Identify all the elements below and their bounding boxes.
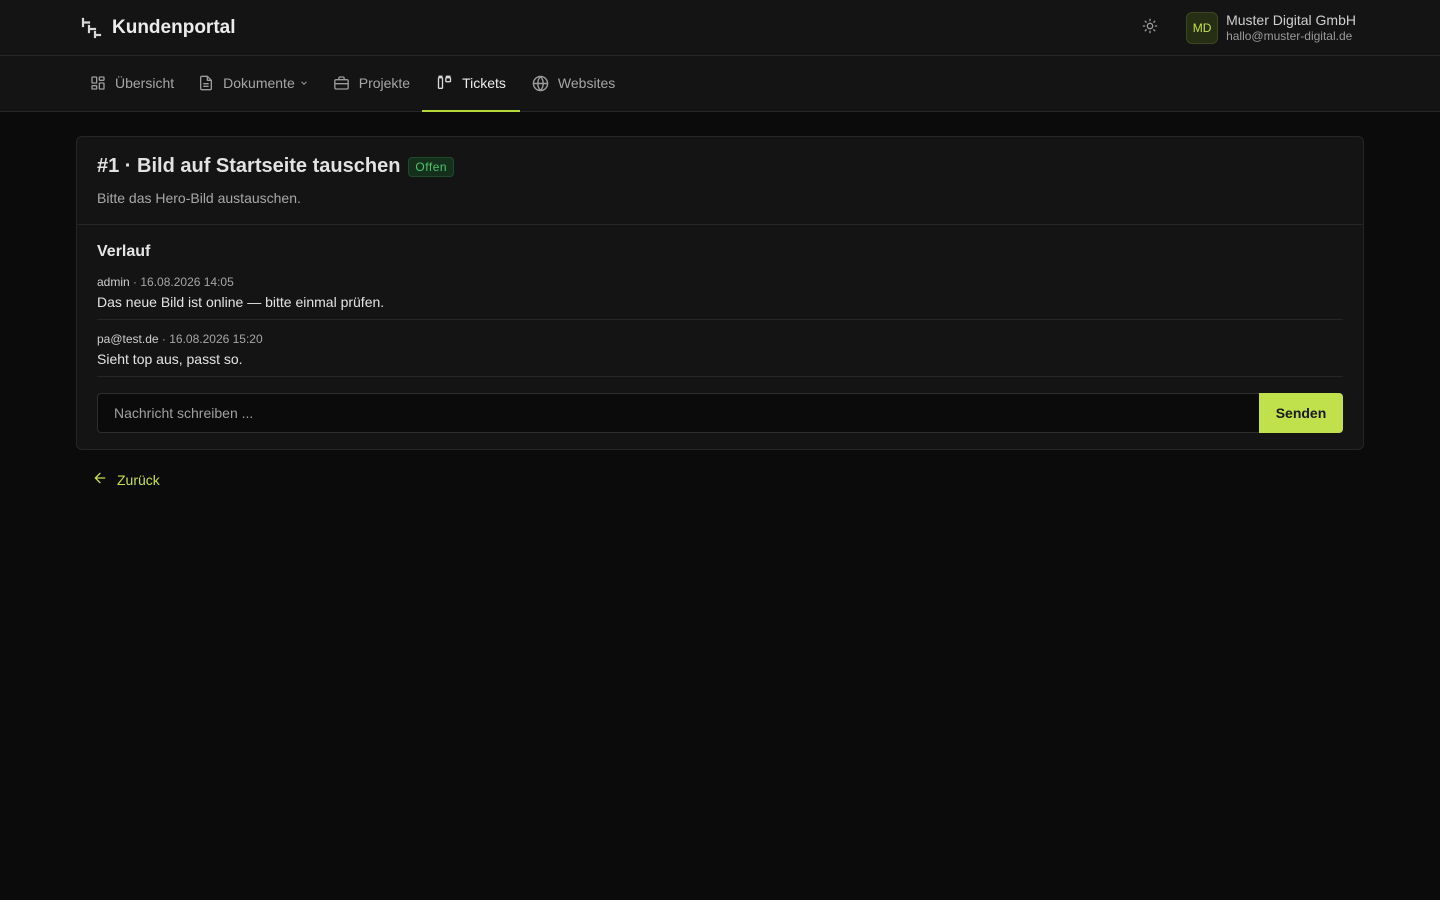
send-button[interactable]: Senden xyxy=(1259,393,1343,433)
portal-logo-icon xyxy=(80,17,102,39)
top-bar: Kundenportal MD Muster Digital GmbH hall… xyxy=(0,0,1440,56)
nav-label: Projekte xyxy=(358,75,411,91)
nav-label: Dokumente xyxy=(223,75,295,91)
history-message: pa@test.de · 16.08.2026 15:20 Sieht top … xyxy=(97,320,1343,377)
nav-label: Übersicht xyxy=(115,75,175,91)
document-icon xyxy=(198,75,214,91)
nav-label: Websites xyxy=(557,75,616,91)
nav-item-projekte[interactable]: Projekte xyxy=(321,56,422,112)
user-company: Muster Digital GmbH xyxy=(1226,11,1356,28)
message-author: admin xyxy=(97,275,130,289)
dashboard-icon xyxy=(90,75,106,91)
ticket-icon xyxy=(436,75,453,91)
history-message: admin · 16.08.2026 14:05 Das neue Bild i… xyxy=(97,275,1343,320)
message-meta: admin · 16.08.2026 14:05 xyxy=(97,275,1343,289)
chevron-down-icon xyxy=(299,78,309,88)
ticket-card: #1 · Bild auf Startseite tauschen Offen … xyxy=(76,136,1364,450)
globe-icon xyxy=(532,75,549,92)
main-content: #1 · Bild auf Startseite tauschen Offen … xyxy=(0,112,1440,489)
briefcase-icon xyxy=(333,75,350,91)
back-label: Zurück xyxy=(117,471,160,488)
ticket-header: #1 · Bild auf Startseite tauschen Offen … xyxy=(77,137,1363,225)
back-link[interactable]: Zurück xyxy=(92,470,160,489)
message-input[interactable] xyxy=(97,393,1259,433)
ticket-title: #1 · Bild auf Startseite tauschen xyxy=(97,155,401,177)
brand[interactable]: Kundenportal xyxy=(80,17,236,39)
main-nav: Übersicht Dokumente Projekte Tickets Web… xyxy=(0,56,1440,112)
message-meta: pa@test.de · 16.08.2026 15:20 xyxy=(97,332,1343,346)
ticket-history: Verlauf admin · 16.08.2026 14:05 Das neu… xyxy=(77,225,1363,449)
nav-item-tickets[interactable]: Tickets xyxy=(422,56,520,112)
user-area: MD Muster Digital GmbH hallo@muster-digi… xyxy=(1136,11,1356,44)
message-text: Sieht top aus, passt so. xyxy=(97,351,243,367)
message-author: pa@test.de xyxy=(97,332,159,346)
nav-item-websites[interactable]: Websites xyxy=(520,56,627,112)
user-email: hallo@muster-digital.de xyxy=(1226,28,1353,43)
nav-item-uebersicht[interactable]: Übersicht xyxy=(78,56,186,112)
theme-toggle-button[interactable] xyxy=(1136,14,1164,42)
arrow-left-icon xyxy=(92,470,108,489)
history-title: Verlauf xyxy=(97,243,151,260)
message-timestamp: · 16.08.2026 14:05 xyxy=(133,275,234,289)
user-info[interactable]: Muster Digital GmbH hallo@muster-digital… xyxy=(1226,12,1356,43)
message-text: Das neue Bild ist online — bitte einmal … xyxy=(97,294,385,310)
sun-icon xyxy=(1142,18,1158,37)
avatar[interactable]: MD xyxy=(1186,11,1219,44)
message-composer: Senden xyxy=(97,393,1343,433)
nav-item-dokumente[interactable]: Dokumente xyxy=(186,56,321,112)
ticket-title-row: #1 · Bild auf Startseite tauschen Offen xyxy=(97,155,1343,178)
nav-label: Tickets xyxy=(462,75,506,91)
ticket-description: Bitte das Hero-Bild austauschen. xyxy=(97,190,301,206)
message-timestamp: · 16.08.2026 15:20 xyxy=(161,332,263,346)
app-title: Kundenportal xyxy=(112,16,236,38)
status-badge: Offen xyxy=(408,156,455,177)
